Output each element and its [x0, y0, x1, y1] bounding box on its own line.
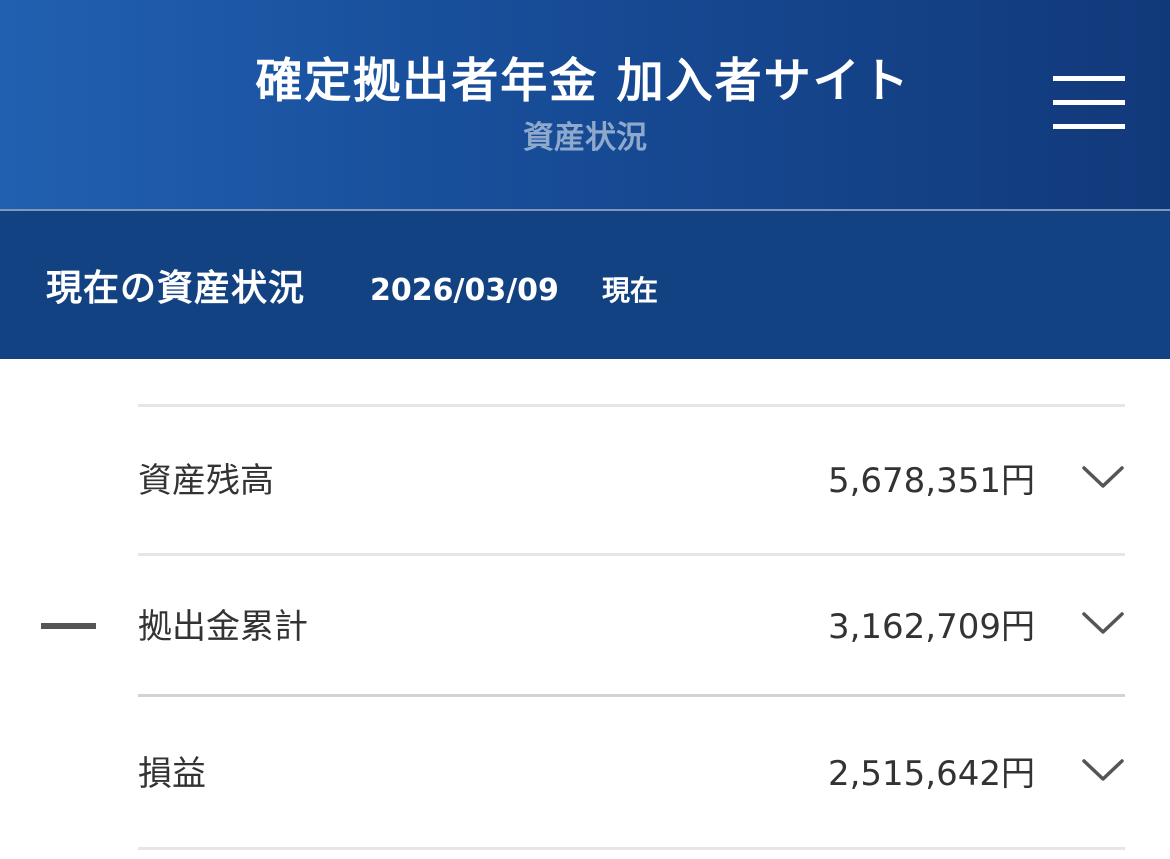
- row-value: 2,515,642円: [827, 754, 1035, 794]
- divider: [138, 694, 1125, 697]
- chevron-down-icon[interactable]: [1081, 462, 1125, 492]
- page-subtitle: 資産状況: [523, 120, 647, 156]
- divider: [138, 404, 1125, 407]
- site-title: 確定拠出者年金 加入者サイト: [255, 54, 911, 109]
- status-date: 2026/03/09: [370, 273, 559, 308]
- status-suffix: 現在: [602, 274, 659, 307]
- chevron-down-icon[interactable]: [1081, 755, 1125, 785]
- row-value: 5,678,351円: [827, 461, 1035, 501]
- contribution-total-row[interactable]: 拠出金累計 3,162,709円: [138, 583, 1125, 673]
- row-value: 3,162,709円: [827, 607, 1035, 647]
- menu-bar-bottom: [1053, 124, 1125, 129]
- divider: [138, 553, 1125, 556]
- asset-balance-row[interactable]: 資産残高 5,678,351円: [138, 437, 1125, 527]
- row-label: 拠出金累計: [138, 607, 308, 647]
- chevron-down-icon[interactable]: [1081, 608, 1125, 638]
- menu-bar-top: [1053, 76, 1125, 81]
- divider: [138, 847, 1125, 850]
- profit-loss-row[interactable]: 損益 2,515,642円: [138, 730, 1125, 820]
- app-header: 確定拠出者年金 加入者サイト 資産状況: [0, 0, 1170, 210]
- status-title: 現在の資産状況: [46, 268, 306, 309]
- row-label: 損益: [138, 754, 206, 794]
- menu-bar-middle: [1053, 100, 1125, 105]
- row-label: 資産残高: [138, 461, 274, 501]
- minus-icon: [41, 623, 96, 629]
- hamburger-menu-icon[interactable]: [1048, 70, 1130, 138]
